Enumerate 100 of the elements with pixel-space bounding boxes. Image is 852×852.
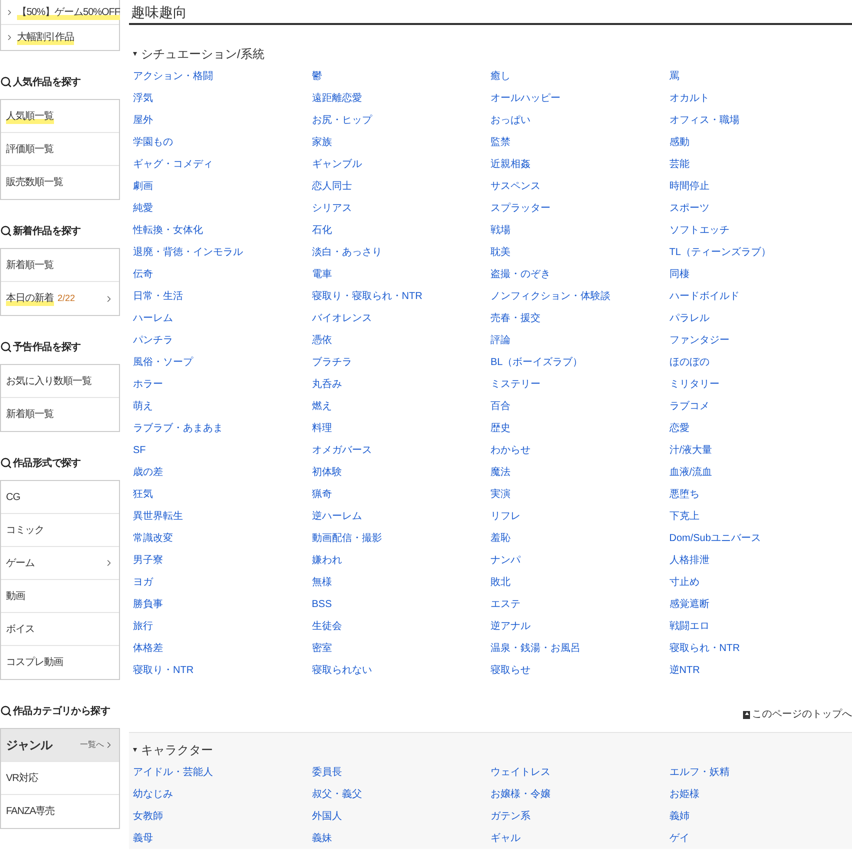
genre-link[interactable]: エステ	[490, 596, 520, 612]
genre-link[interactable]: 逆アナル	[490, 618, 530, 634]
genre-link[interactable]: 伝奇	[133, 266, 153, 282]
genre-link[interactable]: 幼なじみ	[133, 786, 173, 802]
genre-link[interactable]: 屋外	[133, 112, 153, 128]
genre-link[interactable]: ゲイ	[669, 830, 690, 846]
genre-link[interactable]: ヨガ	[133, 574, 153, 590]
genre-link[interactable]: 家族	[312, 134, 332, 150]
genre-link[interactable]: 近親相姦	[490, 156, 530, 172]
genre-link[interactable]: ミリタリー	[669, 376, 720, 392]
genre-link[interactable]: 戦場	[490, 222, 510, 238]
genre-link[interactable]: 嫌われ	[312, 552, 342, 568]
genre-link[interactable]: 義母	[133, 830, 153, 846]
genre-link[interactable]: 寝取られない	[312, 662, 372, 678]
genre-link[interactable]: TL（ティーンズラブ）	[669, 244, 771, 260]
genre-link[interactable]: 異世界転生	[133, 508, 183, 524]
genre-link[interactable]: 恋人同士	[312, 178, 352, 194]
genre-link[interactable]: 学園もの	[133, 134, 173, 150]
genre-link[interactable]: ハードボイルド	[669, 288, 740, 304]
genre-link[interactable]: 評論	[490, 332, 510, 348]
genre-link[interactable]: 羞恥	[490, 530, 510, 546]
genre-link[interactable]: ノンフィクション・体験談	[490, 288, 610, 304]
genre-link[interactable]: 歳の差	[133, 464, 163, 480]
list-link[interactable]: 一覧へ	[80, 739, 104, 751]
genre-link[interactable]: 実演	[490, 486, 510, 502]
genre-link[interactable]: エルフ・妖精	[669, 764, 730, 780]
genre-link[interactable]: 遠距離恋愛	[312, 90, 362, 106]
genre-link[interactable]: 無様	[312, 574, 332, 590]
genre-link[interactable]: 日常・生活	[133, 288, 183, 304]
genre-link[interactable]: 劇画	[133, 178, 153, 194]
genre-link[interactable]: 猟奇	[312, 486, 332, 502]
genre-link[interactable]: オールハッピー	[490, 90, 560, 106]
genre-link[interactable]: 淡白・あっさり	[312, 244, 382, 260]
genre-link[interactable]: BSS	[312, 596, 332, 612]
genre-link[interactable]: 性転換・女体化	[133, 222, 203, 238]
genre-link[interactable]: リフレ	[490, 508, 520, 524]
genre-link[interactable]: 鬱	[312, 68, 322, 84]
genre-link[interactable]: 恋愛	[669, 420, 690, 436]
genre-link[interactable]: 人格排泄	[669, 552, 710, 568]
genre-link[interactable]: ウェイトレス	[490, 764, 550, 780]
genre-link[interactable]: 時間停止	[669, 178, 710, 194]
sidebar-item[interactable]: ジャンル 一覧へ	[1, 729, 119, 762]
genre-link[interactable]: アイドル・芸能人	[133, 764, 213, 780]
genre-link[interactable]: 萌え	[133, 398, 153, 414]
genre-link[interactable]: SF	[133, 442, 146, 458]
genre-link[interactable]: 電車	[312, 266, 332, 282]
genre-link[interactable]: 温泉・銭湯・お風呂	[490, 640, 580, 656]
genre-link[interactable]: 委員長	[312, 764, 342, 780]
genre-link[interactable]: 寝取らせ	[490, 662, 530, 678]
genre-link[interactable]: BL（ボーイズラブ）	[490, 354, 583, 370]
genre-link[interactable]: アクション・格闘	[133, 68, 213, 84]
genre-link[interactable]: パラレル	[669, 310, 710, 326]
genre-link[interactable]: 耽美	[490, 244, 510, 260]
genre-link[interactable]: 同棲	[669, 266, 690, 282]
genre-link[interactable]: ソフトエッチ	[669, 222, 730, 238]
genre-link[interactable]: 初体験	[312, 464, 342, 480]
genre-link[interactable]: ギャンブル	[312, 156, 362, 172]
genre-link[interactable]: ホラー	[133, 376, 163, 392]
genre-link[interactable]: 百合	[490, 398, 510, 414]
genre-link[interactable]: ほのぼの	[669, 354, 710, 370]
genre-link[interactable]: 石化	[312, 222, 332, 238]
genre-link[interactable]: 汁/液大量	[669, 442, 712, 458]
genre-link[interactable]: 義姉	[669, 808, 690, 824]
genre-link[interactable]: おっぱい	[490, 112, 530, 128]
genre-link[interactable]: 芸能	[669, 156, 690, 172]
genre-link[interactable]: 寝取り・NTR	[133, 662, 194, 678]
genre-link[interactable]: 癒し	[490, 68, 510, 84]
genre-link[interactable]: 監禁	[490, 134, 510, 150]
page-top-link[interactable]: このページのトップへ	[752, 707, 852, 722]
genre-link[interactable]: スプラッター	[490, 200, 550, 216]
genre-link[interactable]: 悪堕ち	[669, 486, 700, 502]
genre-link[interactable]: 憑依	[312, 332, 332, 348]
sidebar-item[interactable]: 【50%】ゲーム50%OFF	[1, 0, 119, 25]
genre-link[interactable]: ガテン系	[490, 808, 530, 824]
genre-link[interactable]: バイオレンス	[312, 310, 372, 326]
genre-link[interactable]: 売春・援交	[490, 310, 540, 326]
genre-link[interactable]: 寸止め	[669, 574, 700, 590]
genre-link[interactable]: ラブコメ	[669, 398, 710, 414]
genre-link[interactable]: 戦闘エロ	[669, 618, 710, 634]
genre-link[interactable]: 外国人	[312, 808, 342, 824]
genre-link[interactable]: サスペンス	[490, 178, 540, 194]
genre-link[interactable]: 歴史	[490, 420, 510, 436]
genre-link[interactable]: 寝取られ・NTR	[669, 640, 740, 656]
genre-link[interactable]: 生徒会	[312, 618, 342, 634]
genre-link[interactable]: お嬢様・令嬢	[490, 786, 550, 802]
genre-link[interactable]: 逆ハーレム	[312, 508, 362, 524]
genre-link[interactable]: ギャル	[490, 830, 520, 846]
genre-link[interactable]: 魔法	[490, 464, 510, 480]
genre-link[interactable]: お尻・ヒップ	[312, 112, 372, 128]
genre-link[interactable]: 下克上	[669, 508, 700, 524]
genre-link[interactable]: 動画配信・撮影	[312, 530, 382, 546]
genre-link[interactable]: 密室	[312, 640, 332, 656]
genre-link[interactable]: 盗撮・のぞき	[490, 266, 550, 282]
genre-link[interactable]: ラブラブ・あまあま	[133, 420, 223, 436]
genre-link[interactable]: 罵	[669, 68, 680, 84]
genre-link[interactable]: 敗北	[490, 574, 510, 590]
genre-link[interactable]: 逆NTR	[669, 662, 700, 678]
genre-link[interactable]: 感覚遮断	[669, 596, 710, 612]
genre-link[interactable]: ブラチラ	[312, 354, 352, 370]
genre-link[interactable]: 旅行	[133, 618, 153, 634]
